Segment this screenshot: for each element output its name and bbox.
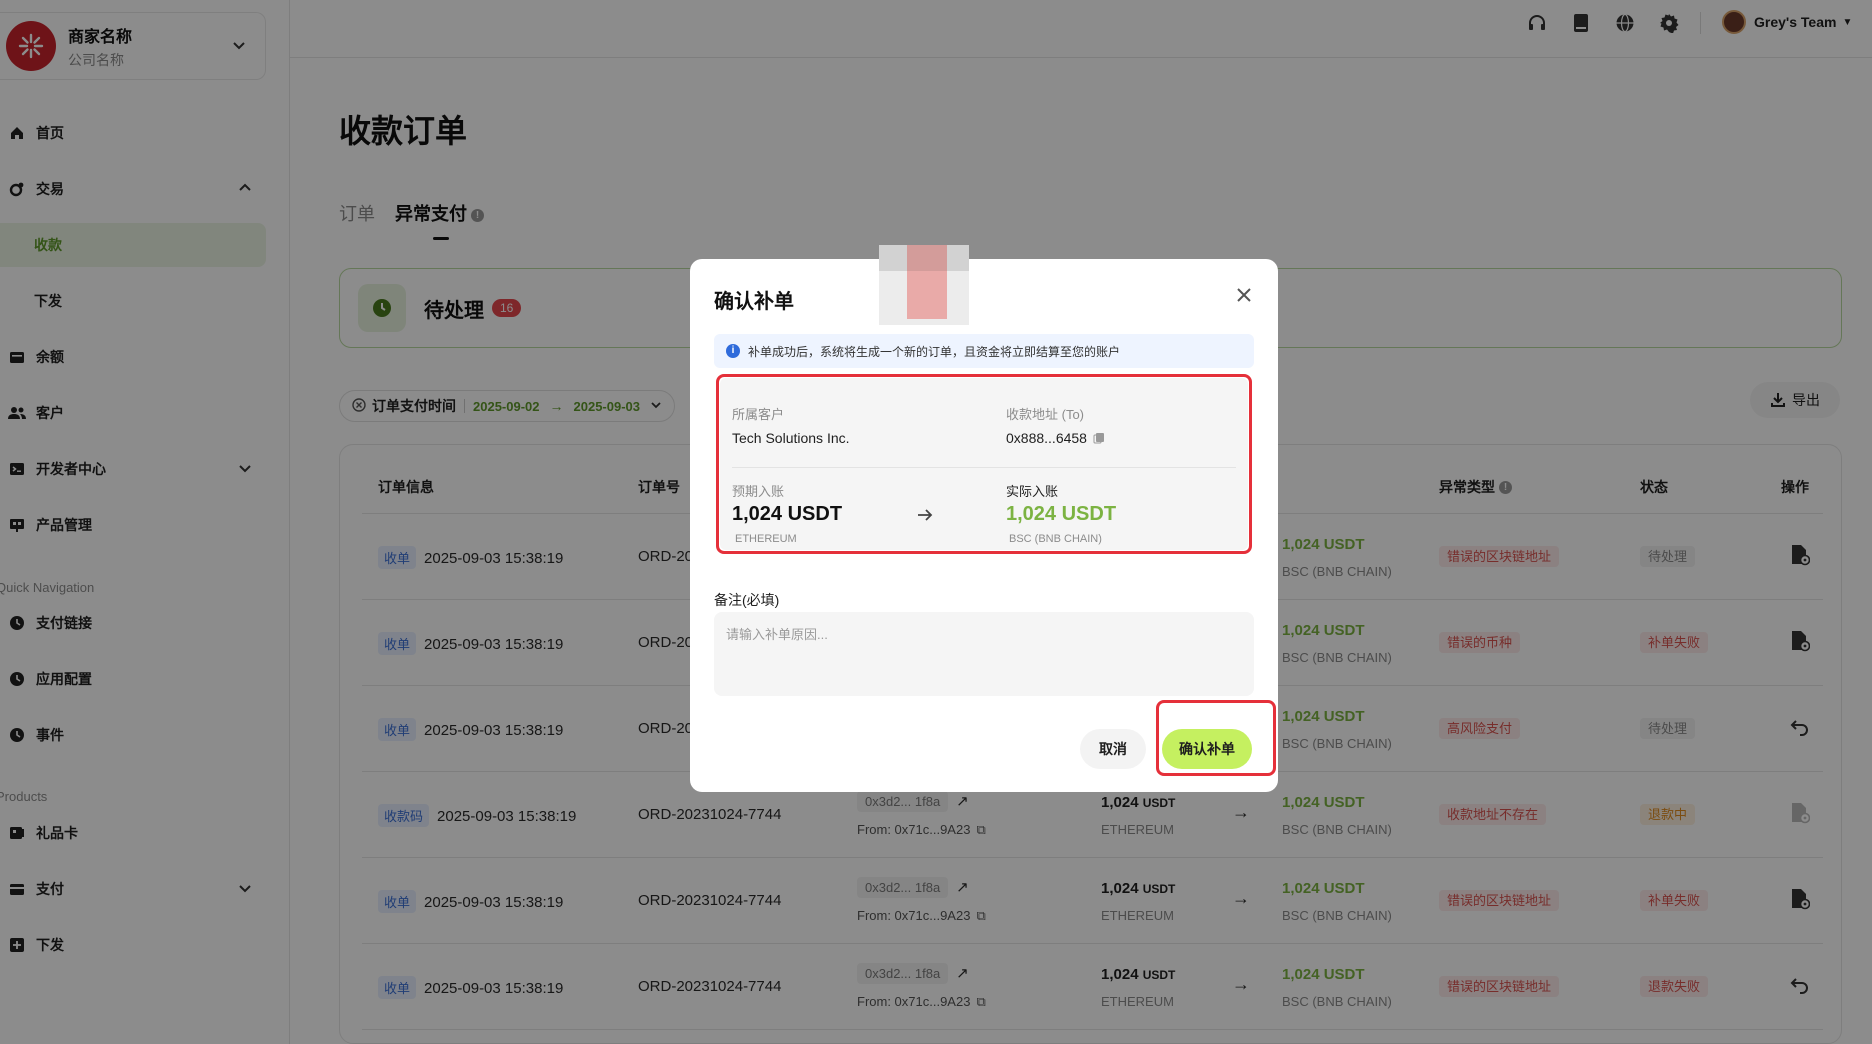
summary-highlight-outline	[716, 374, 1252, 554]
close-icon[interactable]	[1234, 285, 1254, 305]
info-icon: i	[726, 344, 740, 358]
confirm-highlight-outline	[1156, 700, 1276, 776]
modal-notice-text: 补单成功后，系统将生成一个新的订单，且资金将立即结算至您的账户	[748, 344, 1121, 359]
modal-notice: i 补单成功后，系统将生成一个新的订单，且资金将立即结算至您的账户	[714, 334, 1254, 368]
confirm-reissue-modal: 确认补单 i 补单成功后，系统将生成一个新的订单，且资金将立即结算至您的账户 所…	[690, 245, 1278, 792]
remark-label: 备注(必填)	[714, 592, 780, 608]
cancel-button[interactable]: 取消	[1080, 729, 1146, 769]
modal-title: 确认补单	[714, 291, 794, 313]
remark-input[interactable]	[714, 612, 1254, 696]
pixelated-avatar	[879, 245, 969, 325]
